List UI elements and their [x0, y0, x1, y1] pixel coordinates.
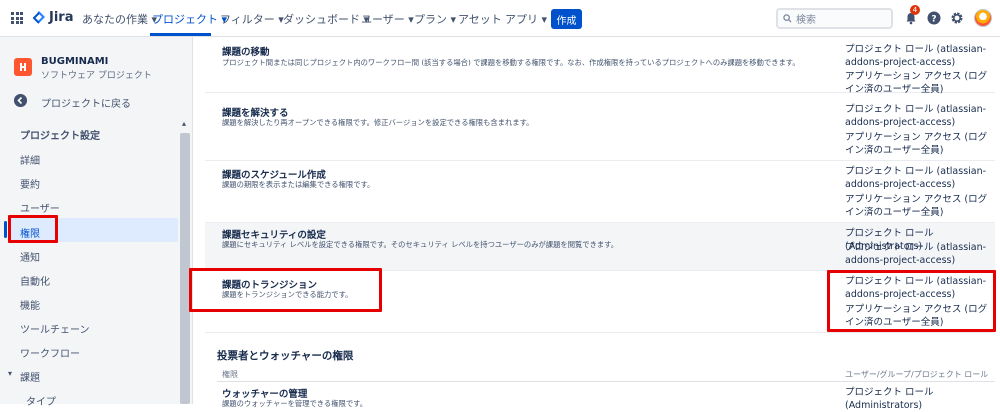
highlight-box-transition-title [189, 268, 382, 312]
nav-your-work[interactable]: あなたの作業 ▾ [82, 11, 157, 27]
sidebar-active-indicator [4, 221, 7, 238]
notification-count-badge: 4 [910, 5, 920, 15]
permission-title: 課題のスケジュール作成 [222, 170, 326, 181]
project-tool-icon [20, 63, 26, 71]
search-placeholder: 検索 [796, 15, 816, 26]
jira-logo[interactable]: Jira [32, 10, 73, 25]
permission-title: 課題セキュリティの設定 [222, 230, 326, 241]
nav-people[interactable]: ユーザー ▾ [361, 11, 414, 27]
permissions-table: 課題の移動 プロジェクト間または同じプロジェクト内のワークフロー間 (該当する場… [205, 37, 1000, 411]
sidebar-item-issues[interactable]: 課題 [20, 369, 40, 384]
jira-logo-icon [32, 10, 45, 24]
sidebar-item-details[interactable]: 詳細 [20, 152, 40, 167]
project-type: ソフトウェア プロジェクト [41, 71, 152, 81]
permission-row: 課題のスケジュール作成 課題の期限を表示または編集できる権限です。 プロジェクト… [205, 161, 995, 223]
permission-grant: プロジェクト ロール (atlassian-addons-project-acc… [845, 104, 987, 128]
nav-dashboards[interactable]: ダッシュボード ▾ [283, 11, 369, 27]
sidebar-item-features[interactable]: 機能 [20, 297, 40, 312]
help-icon[interactable]: ? [927, 11, 941, 25]
permission-row: 課題セキュリティの設定 課題にセキュリティ レベルを設定できる権限です。そのセキ… [205, 223, 995, 271]
permission-grant: アプリケーション アクセス (ログイン済のユーザー全員) [845, 194, 988, 218]
jira-logo-text: Jira [49, 10, 74, 25]
back-to-project-link[interactable]: プロジェクトに戻る [41, 95, 131, 110]
permission-description: 課題を解決したり再オープンできる権限です。修正バージョンを設定できる権限も含まれ… [222, 118, 534, 127]
nav-plans[interactable]: プラン ▾ [414, 11, 456, 27]
permission-grant: プロジェクト ロール (Administrators) [845, 387, 934, 411]
permission-grant: アプリケーション アクセス (ログイン済のユーザー全員) [845, 71, 988, 95]
user-avatar[interactable] [974, 9, 992, 27]
highlight-box-permissions [8, 215, 58, 243]
sidebar-item-automation[interactable]: 自動化 [20, 273, 50, 288]
back-arrow-icon[interactable] [14, 94, 27, 107]
permission-grant: プロジェクト ロール (atlassian-addons-project-acc… [845, 242, 987, 266]
column-header-permission: 権限 [222, 370, 238, 379]
nav-apps[interactable]: アプリ ▾ [505, 11, 547, 27]
project-settings-heading: プロジェクト設定 [20, 131, 100, 142]
permission-grant: アプリケーション アクセス (ログイン済のユーザー全員) [845, 132, 988, 156]
column-header-grants: ユーザー/グループ/プロジェクト ロール [845, 370, 989, 379]
permission-grant: プロジェクト ロール (atlassian-addons-project-acc… [845, 166, 987, 190]
app-switcher-icon[interactable] [11, 12, 23, 24]
permission-row: 課題の移動 プロジェクト間または同じプロジェクト内のワークフロー間 (該当する場… [205, 37, 995, 95]
permission-description: 課題のウォッチャーを管理できる権限です。 [222, 399, 367, 408]
nav-projects[interactable]: プロジェクト ▾ [152, 11, 227, 27]
search-icon [783, 14, 792, 23]
permission-grant: プロジェクト ロール (atlassian-addons-project-acc… [845, 44, 987, 68]
permission-description: プロジェクト間または同じプロジェクト内のワークフロー間 (該当する場合) で課題… [222, 58, 800, 67]
permission-description: 課題の期限を表示または編集できる権限です。 [222, 180, 375, 189]
nav-active-indicator [150, 33, 211, 36]
permission-description: 課題にセキュリティ レベルを設定できる権限です。そのセキュリティ レベルを持つユ… [222, 240, 619, 249]
permission-title: 課題の移動 [222, 47, 270, 58]
sidebar-item-workflows[interactable]: ワークフロー [20, 345, 80, 360]
chevron-down-icon[interactable]: ▾ [8, 369, 12, 378]
sidebar-item-notifications[interactable]: 通知 [20, 249, 40, 264]
nav-filters[interactable]: フィルター ▾ [220, 11, 284, 27]
permission-row: 課題を解決する 課題を解決したり再オープンできる権限です。修正バージョンを設定で… [205, 99, 995, 161]
top-navigation: Jira あなたの作業 ▾ プロジェクト ▾ フィルター ▾ ダッシュボード ▾… [0, 0, 1000, 37]
sidebar-item-summary[interactable]: 要約 [20, 176, 40, 191]
nav-assets[interactable]: アセット [458, 11, 502, 27]
search-input[interactable]: 検索 [776, 8, 893, 29]
section-title: 投票者とウォッチャーの権限 [217, 350, 354, 362]
project-avatar [14, 58, 32, 76]
column-divider [217, 381, 995, 382]
scroll-up-arrow-icon[interactable]: ▴ [182, 119, 186, 128]
highlight-box-transition-grants [827, 270, 996, 332]
project-name: BUGMINAMI [41, 56, 109, 67]
sidebar-item-issue-types[interactable]: タイプ [26, 393, 56, 408]
permission-title: 課題を解決する [222, 108, 289, 119]
sidebar-item-toolchain[interactable]: ツールチェーン [20, 321, 90, 336]
sidebar-item-people[interactable]: ユーザー [20, 200, 60, 215]
svg-text:?: ? [931, 15, 936, 25]
create-button[interactable]: 作成 [551, 9, 582, 29]
permission-title: ウォッチャーの管理 [222, 389, 308, 400]
settings-gear-icon[interactable] [950, 11, 964, 25]
